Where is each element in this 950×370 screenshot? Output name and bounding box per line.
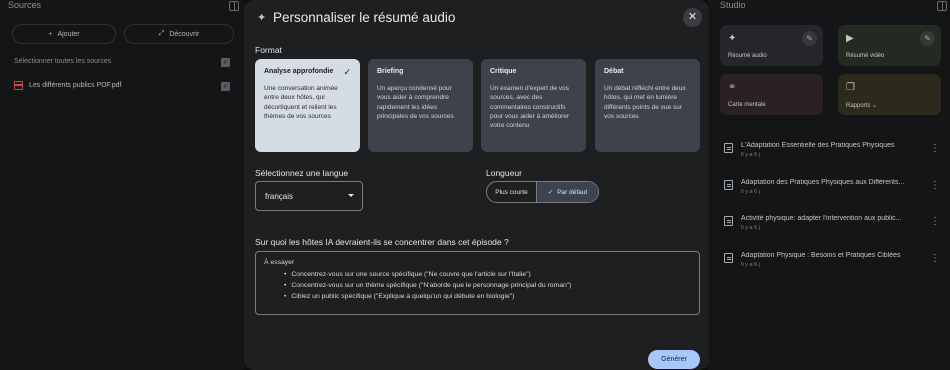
length-toggle: Plus courte ✓ Par défaut xyxy=(486,181,599,203)
format-card-deep-dive[interactable]: Analyse approfondie ✓ Une conversation a… xyxy=(255,59,360,152)
tile-label: Résumé vidéo xyxy=(846,53,885,59)
format-card-desc: Un examen d'expert de vos sources, avec … xyxy=(490,85,570,130)
check-icon: ✓ xyxy=(343,67,351,77)
note-time: Il y a 6 j xyxy=(741,225,760,231)
note-time: Il y a 6 j xyxy=(741,189,760,195)
note-title: L'Adaptation Essentielle des Pratiques P… xyxy=(741,142,895,149)
note-item[interactable]: Adaptation des Pratiques Physiques aux D… xyxy=(724,179,944,195)
collapse-panel-icon[interactable] xyxy=(937,1,947,11)
collapse-panel-icon[interactable] xyxy=(229,1,239,11)
dropdown-caret-icon xyxy=(348,194,354,197)
language-value: français xyxy=(265,191,294,201)
length-option-default-label: Par défaut xyxy=(557,188,588,196)
plus-icon: + xyxy=(48,30,53,38)
more-options-icon[interactable]: ⋮ xyxy=(930,217,940,227)
focus-textarea[interactable]: À essayer Concentrez-vous sur une source… xyxy=(255,251,700,315)
length-option-shorter[interactable]: Plus courte xyxy=(487,182,537,202)
focus-tip: Ciblez un public spécifique ("Explique à… xyxy=(284,291,691,302)
tile-label: Résumé audio xyxy=(728,53,767,59)
tile-mind-map[interactable]: ⚭ Carte mentale xyxy=(720,74,823,115)
mindmap-icon: ⚭ xyxy=(728,82,737,93)
focus-question: Sur quoi les hôtes IA devraient-ils se c… xyxy=(255,237,509,247)
check-icon: ✓ xyxy=(547,189,554,196)
source-item-checkbox[interactable]: ✓ xyxy=(221,82,230,91)
format-card-title: Débat xyxy=(604,68,624,75)
format-card-title: Analyse approfondie xyxy=(264,68,334,75)
sources-title: Sources xyxy=(8,0,42,10)
tile-label: Carte mentale xyxy=(728,102,766,108)
focus-tip: Concentrez-vous sur un thème spécifique … xyxy=(284,280,691,291)
generate-button[interactable]: Générer xyxy=(648,350,700,369)
format-card-title: Critique xyxy=(490,68,517,75)
edit-pencil-icon[interactable]: ✎ xyxy=(920,31,935,46)
format-card-desc: Une conversation animée entre deux hôtes… xyxy=(264,85,338,120)
format-label: Format xyxy=(255,45,282,55)
tile-label: Rapports ⌄ xyxy=(846,103,878,109)
discover-icon: ⤢ xyxy=(158,30,165,37)
sparkle-icon: ✦ xyxy=(257,12,267,24)
note-item[interactable]: L'Adaptation Essentielle des Pratiques P… xyxy=(724,142,944,158)
note-item[interactable]: Activité physique: adapter l'interventio… xyxy=(724,215,944,231)
select-all-label: Sélectionner toutes les sources xyxy=(14,58,112,65)
format-card-debate[interactable]: Débat Un débat réfléchi entre deux hôtes… xyxy=(595,59,700,152)
more-options-icon[interactable]: ⋮ xyxy=(930,181,940,191)
tile-reports[interactable]: ❐ Rapports ⌄ xyxy=(838,74,941,115)
source-item[interactable]: Les différents publics PDF.pdf xyxy=(14,81,121,90)
format-card-desc: Un débat réfléchi entre deux hôtes, qui … xyxy=(604,85,686,120)
language-select[interactable]: français xyxy=(255,181,363,211)
dialog-title: Personnaliser le résumé audio xyxy=(273,10,456,25)
focus-tips-list: Concentrez-vous sur une source spécifiqu… xyxy=(284,269,691,302)
add-source-button[interactable]: + Ajouter xyxy=(12,24,116,44)
pdf-icon xyxy=(14,81,23,90)
select-all-checkbox[interactable]: ✓ xyxy=(221,58,230,67)
language-label: Sélectionnez une langue xyxy=(255,168,349,178)
note-icon xyxy=(724,216,733,226)
note-time: Il y a 6 j xyxy=(741,152,760,158)
tile-audio-summary[interactable]: ✦ Résumé audio ✎ xyxy=(720,25,823,66)
customize-audio-dialog: ✦ Personnaliser le résumé audio ✕ Format… xyxy=(244,0,709,370)
length-label: Longueur xyxy=(486,168,522,178)
length-option-default[interactable]: ✓ Par défaut xyxy=(537,182,598,202)
format-card-critique[interactable]: Critique Un examen d'expert de vos sourc… xyxy=(481,59,586,152)
tile-video-summary[interactable]: ▶ Résumé vidéo ✎ xyxy=(838,25,941,66)
more-options-icon[interactable]: ⋮ xyxy=(930,254,940,264)
focus-placeholder-heading: À essayer xyxy=(264,259,295,266)
studio-title: Studio xyxy=(720,0,746,10)
note-title: Activité physique: adapter l'interventio… xyxy=(741,215,902,222)
more-options-icon[interactable]: ⋮ xyxy=(930,144,940,154)
note-time: Il y a 6 j xyxy=(741,262,760,268)
note-title: Adaptation Physique : Besoins et Pratiqu… xyxy=(741,252,901,259)
note-icon xyxy=(724,253,733,263)
format-card-title: Briefing xyxy=(377,68,404,75)
report-icon: ❐ xyxy=(846,82,855,93)
close-button[interactable]: ✕ xyxy=(683,8,702,27)
discover-label: Découvrir xyxy=(169,30,200,38)
focus-tip: Concentrez-vous sur une source spécifiqu… xyxy=(284,269,691,280)
sources-panel: Sources + Ajouter ⤢ Découvrir Sélectionn… xyxy=(0,0,244,370)
note-title: Adaptation des Pratiques Physiques aux D… xyxy=(741,179,905,186)
source-item-name: Les différents publics PDF.pdf xyxy=(29,82,122,89)
format-card-briefing[interactable]: Briefing Un aperçu condensé pour vous ai… xyxy=(368,59,473,152)
format-card-desc: Un aperçu condensé pour vous aider à com… xyxy=(377,85,454,120)
edit-pencil-icon[interactable]: ✎ xyxy=(802,31,817,46)
note-icon xyxy=(724,180,733,190)
note-icon xyxy=(724,143,733,153)
discover-button[interactable]: ⤢ Découvrir xyxy=(124,24,234,44)
note-item[interactable]: Adaptation Physique : Besoins et Pratiqu… xyxy=(724,252,944,268)
add-source-label: Ajouter xyxy=(57,30,80,38)
chevron-down-icon: ⌄ xyxy=(872,103,878,109)
